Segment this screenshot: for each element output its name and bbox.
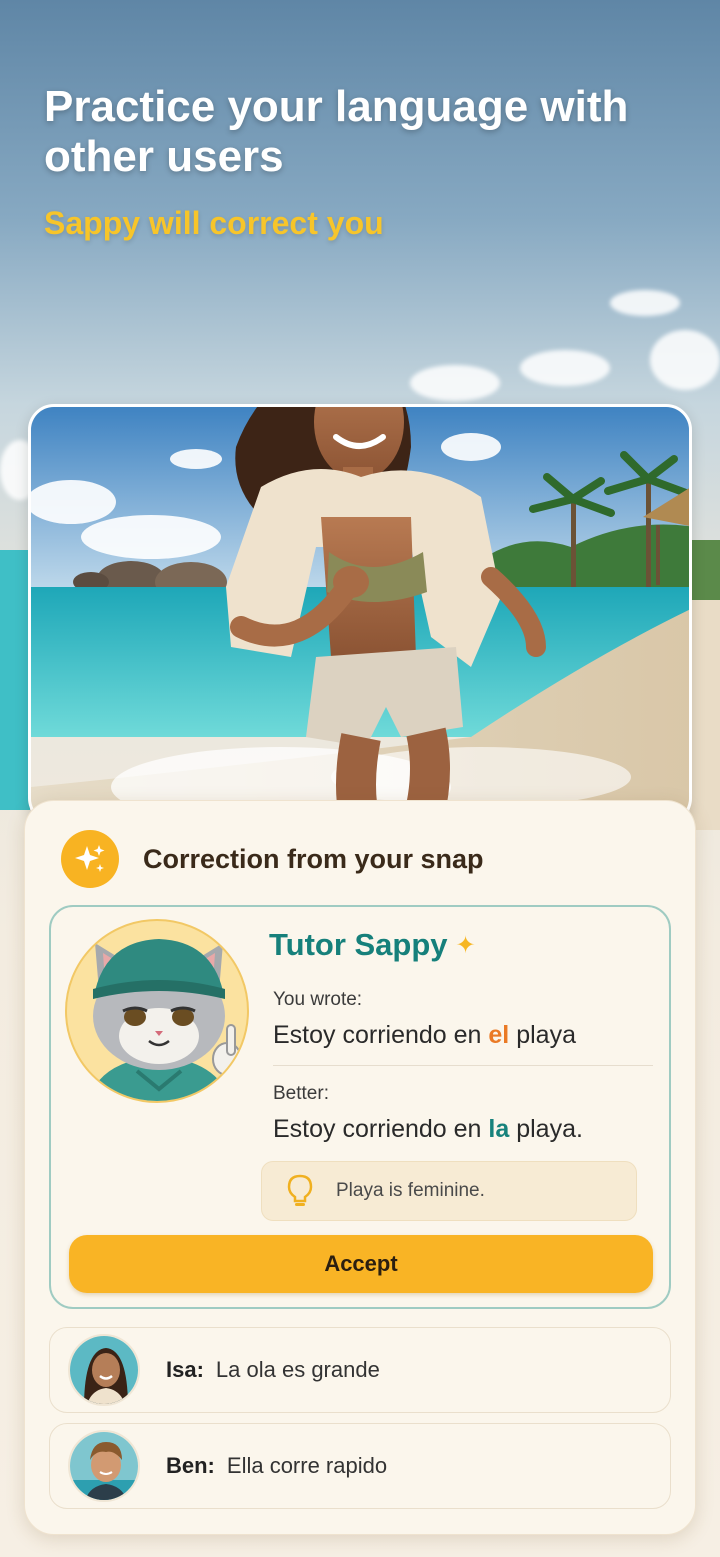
tutor-name-text: Tutor Sappy [269,927,448,962]
tutor-cat-avatar [65,919,249,1103]
original-error-word: el [488,1021,510,1049]
corrected-sentence-after: playa. [509,1115,583,1143]
corrected-sentence-before: Estoy corriendo en [273,1115,489,1143]
sparkles-icon [61,830,119,888]
page-subheadline: Sappy will correct you [44,205,384,241]
card-header: Correction from your snap [61,830,484,888]
cloud [610,290,680,316]
accept-button[interactable]: Accept [69,1235,653,1293]
corrected-word: la [488,1115,510,1143]
star-icon: ✦ [455,932,476,959]
hint-text: Playa is feminine. [336,1180,485,1201]
cloud [650,330,720,390]
tutor-correction-box: Tutor Sappy ✦ You wrote: Estoy corriendo … [49,905,671,1309]
tutor-name: Tutor Sappy ✦ [269,927,476,963]
avatar [68,1334,140,1406]
better-label: Better: [273,1083,329,1104]
lightbulb-icon [287,1174,313,1206]
card-title: Correction from your snap [143,843,484,874]
corrected-sentence: Estoy corriendo en la playa. [273,1115,583,1144]
avatar [68,1430,140,1502]
chat-message-text: Ella corre rapido [226,1453,388,1478]
page-headline: Practice your language with other users [44,82,629,181]
correction-card: Correction from your snap Tutor Sappy ✦ … [24,800,696,1535]
you-wrote-label: You wrote: [273,989,363,1010]
grammar-hint: Playa is feminine. [261,1161,637,1221]
divider [273,1065,653,1066]
chat-sender-name: Isa: [166,1357,204,1382]
cloud [410,365,500,401]
chat-message-isa[interactable]: Isa: La ola es grande [49,1327,671,1413]
beach-runner-photo [28,404,692,824]
original-sentence: Estoy corriendo en el playa [273,1021,576,1050]
original-sentence-before: Estoy corriendo en [273,1021,489,1049]
original-sentence-after: playa [509,1021,576,1049]
chat-message-text: La ola es grande [215,1357,380,1382]
cloud [520,350,610,386]
chat-message-ben[interactable]: Ben: Ella corre rapido [49,1423,671,1509]
chat-sender-name: Ben: [166,1453,215,1478]
